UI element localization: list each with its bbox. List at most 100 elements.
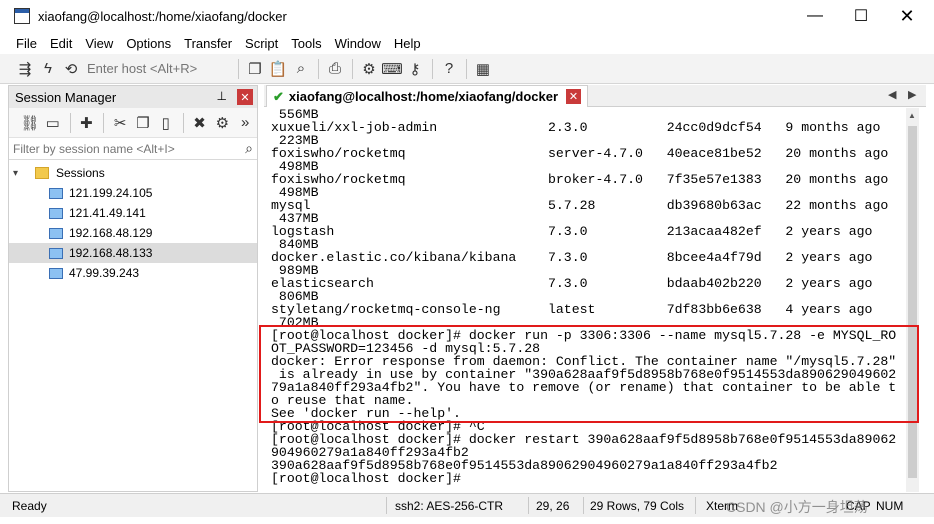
- status-num: NUM: [876, 499, 904, 513]
- session-item-label: 47.99.39.243: [69, 266, 140, 280]
- more-icon[interactable]: »: [234, 112, 256, 134]
- menu-view[interactable]: View: [85, 36, 113, 51]
- status-cursor: 29, 26: [536, 499, 570, 513]
- menu-edit[interactable]: Edit: [50, 36, 72, 51]
- paste-icon[interactable]: 📋: [267, 58, 289, 80]
- session-filter: ⌕: [9, 138, 257, 160]
- scrollbar-thumb[interactable]: [908, 126, 917, 478]
- terminal-line: xuxueli/xxl-job-admin 2.3.0 24cc0d9dcf54…: [271, 120, 881, 135]
- session-item-label: 192.168.48.129: [69, 226, 153, 240]
- toolbar-divider: [69, 112, 71, 133]
- copy-icon[interactable]: ❐: [244, 58, 266, 80]
- menu-file[interactable]: File: [16, 36, 37, 51]
- find-icon[interactable]: ⌕: [290, 58, 312, 80]
- toolbar-divider: [432, 58, 433, 79]
- close-tab-button[interactable]: ✕: [566, 89, 581, 104]
- tab-next-icon[interactable]: ▶: [908, 88, 916, 101]
- reconnect-icon[interactable]: ⟲: [60, 58, 82, 80]
- toolbar-divider: [352, 58, 353, 79]
- terminal-line: [root@localhost docker]#: [271, 471, 469, 486]
- toolbar-divider: [182, 112, 184, 133]
- session-manager-title: Session Manager: [15, 89, 117, 105]
- pin-icon[interactable]: ⊥: [217, 89, 227, 103]
- scroll-up-icon[interactable]: ▲: [908, 111, 916, 120]
- settings-icon[interactable]: ⚙: [358, 58, 380, 80]
- folder-icon: [35, 167, 49, 179]
- terminal-line: foxiswho/rocketmq server-4.7.0 40eace81b…: [271, 146, 889, 161]
- terminal-output[interactable]: 556MB xuxueli/xxl-job-admin 2.3.0 24cc0d9…: [264, 108, 906, 492]
- window-title: xiaofang@localhost:/home/xiaofang/docker: [38, 8, 287, 24]
- status-cipher: ssh2: AES-256-CTR: [395, 499, 504, 513]
- session-item[interactable]: 121.41.49.141: [9, 203, 257, 223]
- cut-icon[interactable]: ✂: [109, 112, 131, 134]
- session-item-label: 121.199.24.105: [69, 186, 153, 200]
- minimize-button[interactable]: —: [792, 0, 838, 32]
- status-ready: Ready: [12, 499, 47, 513]
- session-item-selected[interactable]: 192.168.48.133: [9, 243, 257, 263]
- sessions-folder-label: Sessions: [56, 166, 105, 180]
- terminal-tab-strip: ✔ xiaofang@localhost:/home/xiaofang/dock…: [264, 85, 926, 107]
- session-item[interactable]: 192.168.48.129: [9, 223, 257, 243]
- main-toolbar: ⇶ ϟ ⟲ ❐ 📋 ⌕ ⎙ ⚙ ⌨ ⚷ ? ▦: [0, 54, 934, 84]
- window-icon[interactable]: ▭: [42, 112, 64, 134]
- toolbar-divider: [238, 58, 239, 79]
- chevron-down-icon[interactable]: ▾: [13, 168, 25, 179]
- computer-icon: [49, 247, 63, 259]
- status-divider: [583, 497, 584, 514]
- menu-options[interactable]: Options: [126, 36, 171, 51]
- toolbar-divider: [103, 112, 105, 133]
- keymap-icon[interactable]: ⌨: [381, 58, 403, 80]
- check-icon: ✔: [273, 88, 284, 104]
- close-window-button[interactable]: ✕: [884, 0, 930, 32]
- link-icon[interactable]: ⛓: [19, 112, 41, 134]
- paste-icon[interactable]: ▯: [155, 112, 177, 134]
- copy-icon[interactable]: ❐: [132, 112, 154, 134]
- session-item-label: 121.41.49.141: [69, 206, 146, 220]
- menu-help[interactable]: Help: [394, 36, 421, 51]
- terminal-tab-label: xiaofang@localhost:/home/xiaofang/docker: [288, 89, 559, 104]
- maximize-button[interactable]: ☐: [838, 0, 884, 32]
- terminal-line: styletang/rocketmq-console-ng latest 7df…: [271, 302, 873, 317]
- menu-tools[interactable]: Tools: [291, 36, 321, 51]
- connect-icon[interactable]: ⇶: [14, 58, 36, 80]
- add-icon[interactable]: ✚: [76, 112, 98, 134]
- print-icon[interactable]: ⎙: [324, 58, 346, 80]
- session-toolbar: ⛓ ▭ ✚ ✂ ❐ ▯ ✖ ⚙ »: [9, 108, 257, 138]
- terminal-line: mysql 5.7.28 db39680b63ac 22 months ago: [271, 198, 889, 213]
- session-item[interactable]: 121.199.24.105: [9, 183, 257, 203]
- computer-icon: [49, 267, 63, 279]
- computer-icon: [49, 227, 63, 239]
- terminal-line: elasticsearch 7.3.0 bdaab402b220 2 years…: [271, 276, 873, 291]
- host-input[interactable]: [83, 58, 233, 79]
- toolbar-divider: [466, 58, 467, 79]
- watermark: CSDN @小方一身坦荡: [726, 499, 868, 515]
- delete-icon[interactable]: ✖: [189, 112, 211, 134]
- session-item[interactable]: 47.99.39.243: [9, 263, 257, 283]
- menu-transfer[interactable]: Transfer: [184, 36, 232, 51]
- menu-script[interactable]: Script: [245, 36, 278, 51]
- status-divider: [386, 497, 387, 514]
- session-filter-input[interactable]: [13, 141, 233, 156]
- search-icon[interactable]: ⌕: [245, 140, 253, 157]
- computer-icon: [49, 207, 63, 219]
- status-divider: [528, 497, 529, 514]
- status-divider: [695, 497, 696, 514]
- tab-prev-icon[interactable]: ◀: [888, 88, 896, 101]
- status-size: 29 Rows, 79 Cols: [590, 499, 685, 513]
- lightning-icon[interactable]: ϟ: [37, 58, 59, 80]
- keygen-icon[interactable]: ⚷: [404, 58, 426, 80]
- help-icon[interactable]: ?: [438, 58, 460, 80]
- terminal-tab[interactable]: ✔ xiaofang@localhost:/home/xiaofang/dock…: [266, 85, 588, 107]
- session-manager-panel: Session Manager ⊥ ✕ ⛓ ▭ ✚ ✂ ❐ ▯ ✖ ⚙ » ⌕ …: [8, 85, 258, 492]
- terminal-text: 556MB xuxueli/xxl-job-admin 2.3.0 24cc0d9…: [271, 108, 896, 485]
- sessions-folder[interactable]: ▾ Sessions: [9, 163, 257, 183]
- menu-window[interactable]: Window: [335, 36, 381, 51]
- close-panel-button[interactable]: ✕: [237, 89, 253, 105]
- terminal-line: logstash 7.3.0 213acaa482ef 2 years ago: [271, 224, 873, 239]
- sftp-icon[interactable]: ▦: [472, 58, 494, 80]
- menu-bar: File Edit View Options Transfer Script T…: [0, 32, 934, 54]
- terminal-line: foxiswho/rocketmq broker-4.7.0 7f35e57e1…: [271, 172, 889, 187]
- terminal-line: docker.elastic.co/kibana/kibana 7.3.0 8b…: [271, 250, 873, 265]
- terminal-scrollbar[interactable]: ▲: [906, 108, 919, 492]
- properties-icon[interactable]: ⚙: [211, 112, 233, 134]
